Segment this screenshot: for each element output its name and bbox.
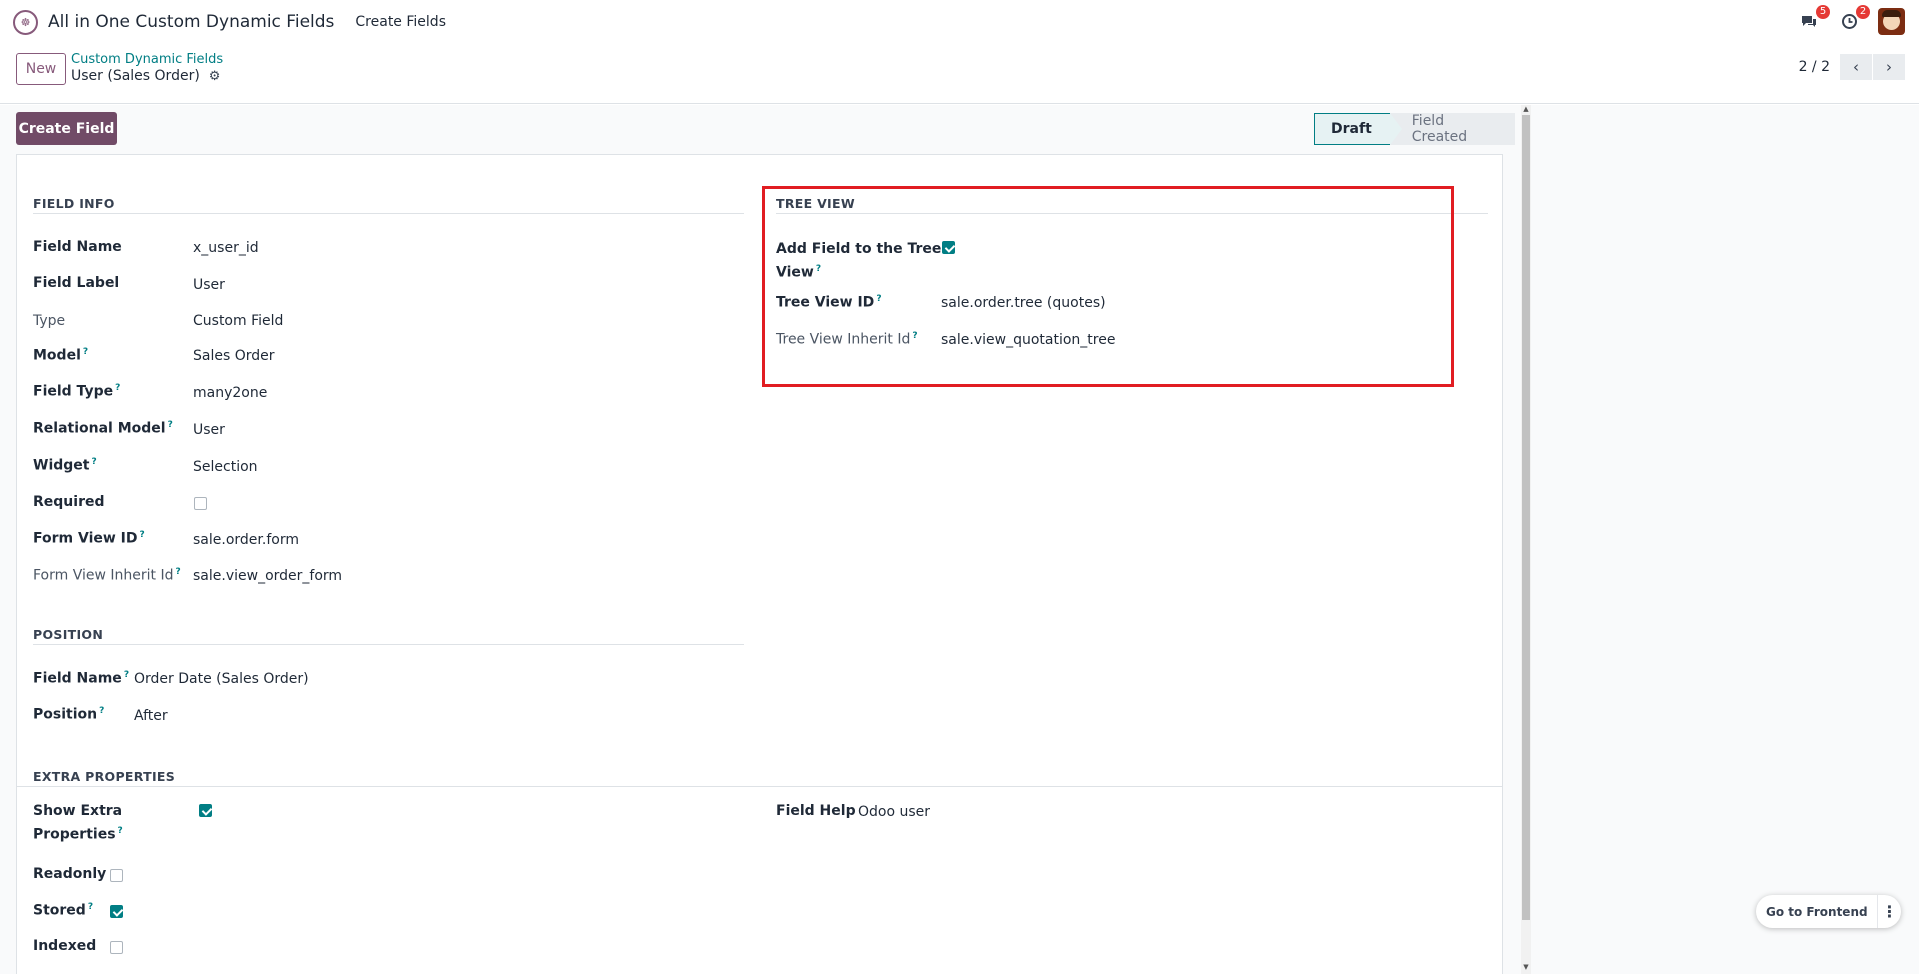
question-mark-icon[interactable]: ?	[168, 420, 173, 430]
section-position: POSITION	[33, 627, 104, 642]
status-field-created[interactable]: Field Created	[1389, 113, 1515, 145]
clock-icon[interactable]: 2	[1838, 4, 1870, 33]
value-model[interactable]: Sales Order	[193, 348, 275, 364]
label-form-view-id: Form View ID?	[33, 530, 145, 547]
value-field-label[interactable]: User	[193, 277, 225, 293]
stored-checkbox[interactable]	[110, 905, 123, 918]
chevron-left-icon[interactable]: ‹	[1840, 54, 1872, 80]
value-field-help[interactable]: Odoo user	[858, 804, 930, 820]
value-field-name[interactable]: x_user_id	[193, 240, 259, 256]
control-panel: New Custom Dynamic Fields User (Sales Or…	[0, 44, 1919, 104]
create-field-button[interactable]: Create Field	[16, 112, 117, 145]
value-field-type[interactable]: many2one	[193, 385, 267, 401]
readonly-checkbox[interactable]	[110, 869, 123, 882]
section-divider	[33, 213, 744, 214]
kebab-icon[interactable]: ⋮	[1877, 895, 1901, 928]
label-form-view-inherit-text: Form View Inherit Id	[33, 567, 174, 584]
value-form-view-inherit-id: sale.view_order_form	[193, 568, 343, 584]
pager: 2 / 2 ‹ ›	[1799, 54, 1905, 80]
value-type: Custom Field	[193, 313, 284, 329]
label-relational-model-text: Relational Model	[33, 420, 166, 437]
navbar-systray: 5 2	[1798, 4, 1905, 35]
app-name[interactable]: All in One Custom Dynamic Fields	[48, 12, 334, 32]
go-to-frontend-button[interactable]: Go to Frontend	[1766, 905, 1877, 919]
label-field-name: Field Name	[33, 239, 122, 255]
label-model: Model?	[33, 347, 88, 364]
question-mark-icon[interactable]: ?	[115, 383, 120, 393]
section-field-info: FIELD INFO	[33, 196, 115, 211]
indexed-checkbox[interactable]	[110, 941, 123, 954]
label-stored: Stored?	[33, 902, 93, 919]
scroll-up-icon[interactable]: ▲	[1522, 105, 1530, 113]
label-position: Position?	[33, 706, 104, 723]
label-field-type: Field Type?	[33, 383, 120, 400]
label-stored-text: Stored	[33, 902, 86, 919]
scroll-thumb[interactable]	[1522, 115, 1530, 920]
label-model-text: Model	[33, 347, 81, 364]
status-draft[interactable]: Draft	[1314, 113, 1402, 145]
question-mark-icon[interactable]: ?	[99, 706, 104, 716]
gear-icon[interactable]: ⚙	[209, 69, 221, 84]
label-show-extra-line2: Properties	[33, 826, 116, 843]
breadcrumb-current: User (Sales Order) ⚙	[71, 68, 220, 84]
scroll-down-icon[interactable]: ▼	[1522, 963, 1530, 971]
messages-badge: 5	[1816, 4, 1830, 19]
top-navbar: ☸ All in One Custom Dynamic Fields Creat…	[0, 0, 1919, 44]
label-field-type-text: Field Type	[33, 383, 114, 400]
highlight-annotation-box	[762, 186, 1454, 387]
chevron-right-icon[interactable]: ›	[1873, 54, 1905, 80]
question-mark-icon[interactable]: ?	[88, 902, 93, 912]
section-extra-properties: EXTRA PROPERTIES	[33, 769, 176, 784]
label-relational-model: Relational Model?	[33, 420, 173, 437]
label-indexed: Indexed	[33, 938, 97, 954]
label-widget: Widget?	[33, 457, 97, 474]
question-mark-icon[interactable]: ?	[140, 530, 145, 540]
question-mark-icon[interactable]: ?	[91, 457, 96, 467]
record-title: User (Sales Order)	[71, 68, 200, 84]
label-form-view-inherit-id: Form View Inherit Id?	[33, 567, 181, 584]
value-position[interactable]: After	[134, 708, 168, 724]
new-button[interactable]: New	[16, 53, 66, 85]
menu-create-fields[interactable]: Create Fields	[355, 14, 446, 30]
value-relational-model[interactable]: User	[193, 422, 225, 438]
chat-icon[interactable]: 5	[1798, 4, 1830, 33]
vertical-scrollbar[interactable]: ▲ ▼	[1521, 105, 1531, 974]
section-divider	[33, 644, 744, 645]
label-position-text: Position	[33, 706, 98, 723]
status-bar: Draft Field Created	[1314, 113, 1515, 145]
label-readonly: Readonly	[33, 866, 107, 882]
label-form-view-id-text: Form View ID	[33, 530, 138, 547]
pager-value[interactable]: 2 / 2	[1799, 59, 1830, 75]
label-show-extra-properties: Show Extra Properties?	[33, 801, 123, 845]
value-position-field-name[interactable]: Order Date (Sales Order)	[134, 671, 309, 687]
label-field-help: Field Help	[776, 803, 856, 819]
user-avatar[interactable]	[1878, 8, 1905, 35]
question-mark-icon[interactable]: ?	[118, 826, 123, 836]
show-extra-properties-checkbox[interactable]	[199, 804, 212, 817]
value-form-view-id[interactable]: sale.order.form	[193, 532, 299, 548]
label-position-field-name: Field Name?	[33, 670, 129, 687]
question-mark-icon[interactable]: ?	[175, 567, 180, 577]
go-to-frontend-pill: Go to Frontend ⋮	[1756, 895, 1901, 928]
question-mark-icon[interactable]: ?	[83, 347, 88, 357]
breadcrumb-parent[interactable]: Custom Dynamic Fields	[71, 52, 223, 67]
section-divider	[17, 786, 1502, 787]
label-type: Type	[33, 313, 66, 329]
label-widget-text: Widget	[33, 457, 90, 474]
label-required: Required	[33, 494, 105, 510]
value-widget[interactable]: Selection	[193, 459, 258, 475]
required-checkbox[interactable]	[194, 497, 207, 510]
label-position-field-name-text: Field Name	[33, 670, 122, 687]
label-show-extra-line1: Show Extra	[33, 803, 123, 819]
activities-badge: 2	[1856, 4, 1870, 19]
app-logo-icon[interactable]: ☸	[13, 9, 38, 35]
label-field-label: Field Label	[33, 275, 120, 291]
question-mark-icon[interactable]: ?	[124, 670, 129, 680]
